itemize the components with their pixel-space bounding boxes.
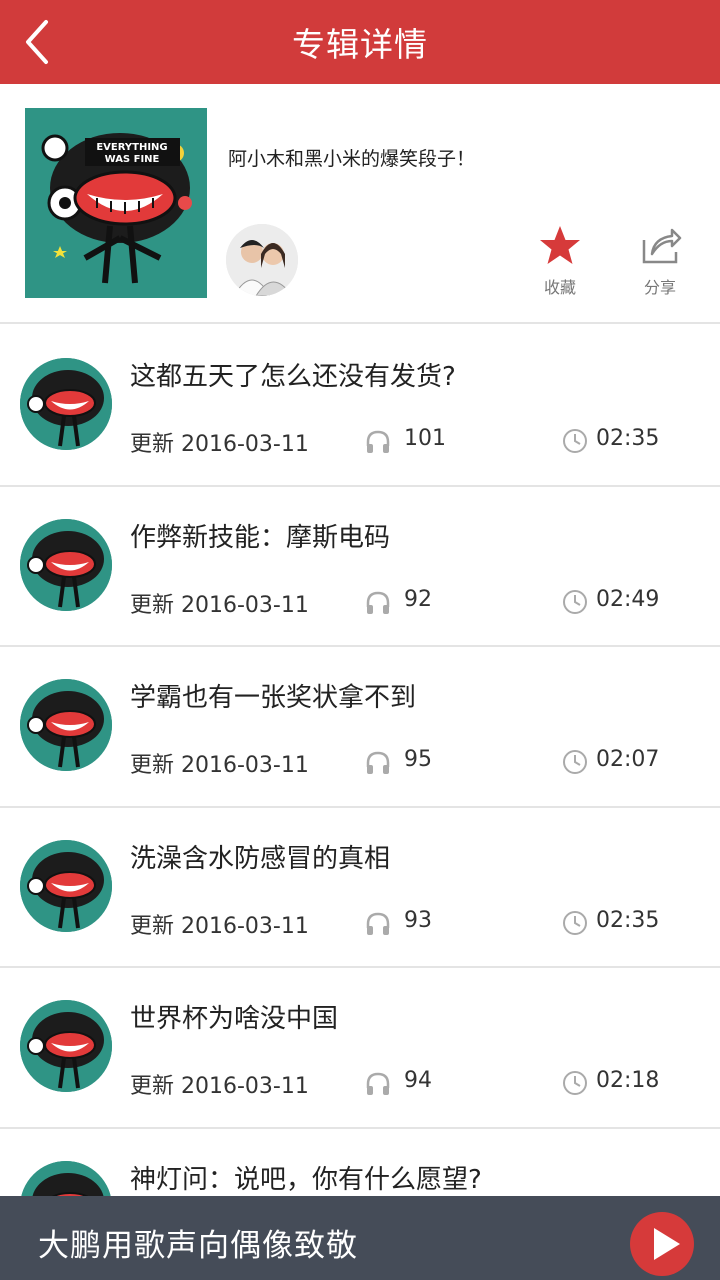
duration-value: 02:35 [596,907,660,933]
track-row[interactable]: 作弊新技能：摩斯电码 更新 2016-03-11 92 02:49 [0,486,720,647]
clock-icon [563,589,587,614]
top-bar: 专辑详情 [0,0,720,84]
track-meta: 更新 2016-03-11 93 02:35 [130,908,690,940]
play-count-value: 95 [404,747,432,772]
clock-icon [563,429,587,453]
play-count-value: 94 [404,1068,432,1093]
share-label: 分享 [643,278,676,297]
track-title: 洗澡含水防感冒的真相 [130,843,391,874]
track-meta: 更新 2016-03-11 94 02:18 [130,1068,690,1100]
track-title: 世界杯为啥没中国 [130,1004,339,1034]
favorite-label: 收藏 [543,278,576,297]
track-meta: 更新 2016-03-11 95 02:07 [130,747,690,779]
headphones-icon [366,430,390,453]
play-button[interactable] [630,1212,694,1276]
track-row[interactable]: 洗澡含水防感冒的真相 更新 2016-03-11 93 02:35 [0,807,720,968]
cover-text-2: WAS FINE [105,154,160,165]
track-title: 神灯问：说吧，你有什么愿望? [130,1164,482,1195]
track-thumbnail [20,679,112,771]
duration-value: 02:49 [596,586,660,612]
share-icon [642,228,682,264]
duration-value: 02:35 [596,426,660,451]
play-count-value: 92 [404,586,432,612]
play-count-value: 101 [404,426,446,451]
share-button[interactable]: 分享 [630,224,690,297]
headphones-icon [366,912,390,935]
track-meta: 更新 2016-03-11 101 02:35 [130,426,690,458]
star-icon [540,226,580,264]
mini-player[interactable]: 大鹏用歌声向偶像致敬 [0,1196,720,1280]
clock-icon [563,910,587,935]
page-title: 专辑详情 [292,25,428,64]
track-thumbnail [20,518,112,611]
hosts-avatar[interactable] [226,224,298,296]
track-date: 更新 2016-03-11 [130,592,309,618]
duration-value: 02:07 [596,747,660,772]
album-cover[interactable]: EVERYTHING WAS FINE [25,108,207,298]
clock-icon [563,750,587,774]
track-meta: 更新 2016-03-11 92 02:49 [130,587,690,619]
now-playing-title: 大鹏用歌声向偶像致敬 [38,1228,358,1264]
track-title: 学霸也有一张奖状拿不到 [130,683,417,713]
track-thumbnail [20,1000,112,1092]
headphones-icon [366,751,390,774]
headphones-icon [366,1072,390,1095]
track-row[interactable]: 世界杯为啥没中国 更新 2016-03-11 94 02:18 [0,968,720,1129]
track-title: 这都五天了怎么还没有发货? [130,362,456,392]
cover-text-1: EVERYTHING [96,142,167,153]
track-date: 更新 2016-03-11 [130,753,309,778]
album-info: EVERYTHING WAS FINE 阿小木和黑小米的爆笑段子！ 收藏 分享 [0,84,720,324]
track-date: 更新 2016-03-11 [130,432,309,457]
album-description: 阿小木和黑小米的爆笑段子！ [228,148,476,170]
play-count-value: 93 [404,907,432,933]
duration-value: 02:18 [596,1068,660,1093]
track-date: 更新 2016-03-11 [130,913,309,939]
track-date: 更新 2016-03-11 [130,1074,309,1099]
play-icon [654,1228,680,1260]
favorite-button[interactable]: 收藏 [530,224,590,297]
track-thumbnail [20,839,112,932]
track-list: 这都五天了怎么还没有发货? 更新 2016-03-11 101 02:35 作弊… [0,326,720,1280]
avatar-image [226,224,298,296]
cover-art: EVERYTHING WAS FINE [25,108,207,298]
track-row[interactable]: 这都五天了怎么还没有发货? 更新 2016-03-11 101 02:35 [0,326,720,487]
track-title: 作弊新技能：摩斯电码 [130,522,391,553]
track-thumbnail [20,358,112,450]
clock-icon [563,1071,587,1095]
headphones-icon [366,591,390,614]
track-row[interactable]: 学霸也有一张奖状拿不到 更新 2016-03-11 95 02:07 [0,647,720,808]
